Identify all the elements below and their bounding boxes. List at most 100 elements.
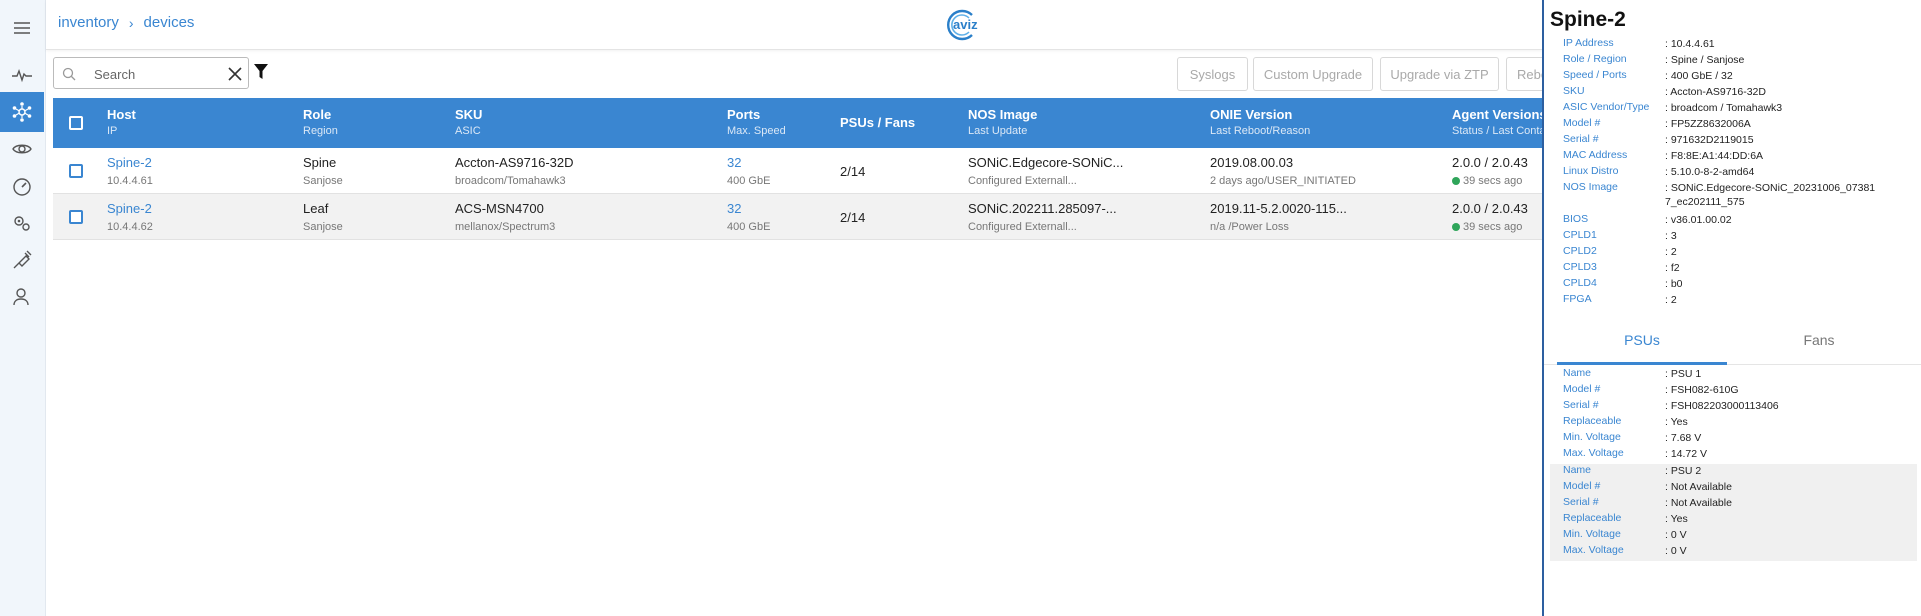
table-row[interactable]: Spine-2 10.4.4.61 Spine Sanjose Accton-AS9…: [53, 148, 1542, 194]
onie-version: 2019.11-5.2.0020-115...: [1210, 201, 1347, 216]
col-role[interactable]: Role Region: [303, 107, 338, 137]
gears-icon: [14, 216, 30, 231]
reboot-button[interactable]: Reboot: [1506, 57, 1542, 91]
nos-image: SONiC.Edgecore-SONiC...: [968, 155, 1124, 170]
psu-card: Name: PSU 1 Model #: FSH082-610G Serial …: [1563, 367, 1779, 460]
breadcrumb-devices[interactable]: devices: [144, 14, 195, 31]
detail-title: Spine-2: [1550, 8, 1626, 31]
logo-text: aviz: [953, 17, 978, 32]
region: Sanjose: [303, 221, 343, 233]
asic: mellanox/Spectrum3: [455, 221, 556, 233]
detail-field: Role / Region: Spine / Sanjose: [1563, 53, 1745, 66]
detail-field: CPLD4: b0: [1563, 277, 1683, 290]
max-speed: 400 GbE: [727, 175, 771, 187]
psu-card: Name: PSU 2 Model #: Not Available Seria…: [1550, 464, 1917, 561]
menu-icon[interactable]: [0, 8, 44, 48]
status-dot: [1452, 177, 1460, 185]
search-input[interactable]: [94, 64, 214, 84]
status-dot: [1452, 223, 1460, 231]
clear-icon[interactable]: [226, 65, 244, 83]
sidebar: [0, 0, 46, 616]
nos-last-update: Configured Externall...: [968, 221, 1077, 233]
sidebar-item-inventory[interactable]: [0, 92, 44, 132]
sidebar-item-visibility[interactable]: [0, 129, 44, 169]
last-reboot: n/a /Power Loss: [1210, 221, 1289, 233]
filter-icon[interactable]: [254, 64, 268, 80]
breadcrumb: inventory › devices: [58, 14, 194, 31]
col-ports[interactable]: Ports Max. Speed: [727, 107, 786, 137]
detail-field: CPLD2: 2: [1563, 245, 1677, 258]
last-contact: 39 secs ago: [1463, 175, 1523, 187]
devices-table: Host IP Role Region SKU ASIC Ports Max. Spee…: [53, 98, 1542, 240]
tab-psus[interactable]: PSUs: [1557, 315, 1727, 365]
nos-last-update: Configured Externall...: [968, 175, 1077, 187]
plug-icon: [13, 250, 32, 269]
agent-version: 2.0.0 / 2.0.43: [1452, 155, 1528, 170]
detail-tabs: PSUs Fans: [1544, 315, 1921, 365]
asic: broadcom/Tomahawk3: [455, 175, 566, 187]
host-link[interactable]: Spine-2: [107, 201, 153, 216]
network-icon: [12, 102, 32, 122]
sku: Accton-AS9716-32D: [455, 155, 574, 170]
host-ip: 10.4.4.62: [107, 221, 153, 233]
sidebar-item-settings[interactable]: [0, 203, 44, 243]
gauge-icon: [13, 178, 31, 196]
ports-link[interactable]: 32: [727, 155, 770, 170]
detail-field: CPLD3: f2: [1563, 261, 1680, 274]
table-header: Host IP Role Region SKU ASIC Ports Max. Spee…: [53, 98, 1542, 148]
detail-field: Serial #: 971632D2119015: [1563, 133, 1754, 146]
detail-field: IP Address: 10.4.4.61: [1563, 37, 1715, 50]
psus-fans: 2/14: [840, 164, 866, 179]
detail-field: NOS Image: SONiC.Edgecore-SONiC_20231006…: [1563, 181, 1876, 208]
custom-upgrade-button[interactable]: Custom Upgrade: [1253, 57, 1373, 91]
sku: ACS-MSN4700: [455, 201, 544, 216]
last-contact: 39 secs ago: [1463, 221, 1523, 233]
agent-version: 2.0.0 / 2.0.43: [1452, 201, 1528, 216]
host-link[interactable]: Spine-2: [107, 155, 153, 170]
syslogs-button[interactable]: Syslogs: [1177, 57, 1248, 91]
detail-field: CPLD1: 3: [1563, 229, 1677, 242]
host-ip: 10.4.4.61: [107, 175, 153, 187]
col-agent-versions[interactable]: Agent VersionsStatus / Last Contact: [1452, 107, 1542, 137]
breadcrumb-inventory[interactable]: inventory: [58, 14, 119, 31]
detail-field: Linux Distro: 5.10.0-8-2-amd64: [1563, 165, 1755, 178]
row-checkbox[interactable]: [69, 164, 83, 178]
select-all-checkbox[interactable]: [69, 116, 83, 130]
table-row[interactable]: Spine-2 10.4.4.62 Leaf Sanjose ACS-MSN4700…: [53, 194, 1542, 240]
psus-fans: 2/14: [840, 210, 866, 225]
search-box: [53, 57, 249, 89]
col-onie-version[interactable]: ONIE Version Last Reboot/Reason: [1210, 107, 1310, 137]
role: Spine: [303, 155, 337, 170]
col-host[interactable]: Host IP: [107, 107, 136, 137]
detail-field: MAC Address: F8:8E:A1:44:DD:6A: [1563, 149, 1764, 162]
onie-version: 2019.08.00.03: [1210, 155, 1294, 170]
active-tab-indicator: [1557, 362, 1727, 365]
sidebar-item-users[interactable]: [0, 277, 44, 317]
nos-image: SONiC.202211.285097-...: [968, 201, 1117, 216]
col-nos-image[interactable]: NOS Image Last Update: [968, 107, 1037, 137]
search-icon: [62, 67, 76, 81]
col-sku[interactable]: SKU ASIC: [455, 107, 482, 137]
region: Sanjose: [303, 175, 343, 187]
upgrade-via-ztp-button[interactable]: Upgrade via ZTP: [1380, 57, 1499, 91]
detail-field: Model #: FP5ZZ8632006A: [1563, 117, 1751, 130]
aviz-logo: aviz: [942, 8, 980, 42]
sidebar-item-connections[interactable]: [0, 240, 44, 280]
col-psus-fans[interactable]: PSUs / Fans: [840, 115, 915, 130]
header: inventory › devices aviz: [46, 0, 1542, 50]
detail-field: BIOS: v36.01.00.02: [1563, 213, 1732, 226]
pulse-icon: [12, 68, 32, 83]
ports-link[interactable]: 32: [727, 201, 770, 216]
max-speed: 400 GbE: [727, 221, 771, 233]
user-icon: [13, 288, 29, 306]
eye-icon: [12, 144, 32, 154]
sidebar-item-dashboard[interactable]: [0, 166, 44, 206]
row-checkbox[interactable]: [69, 210, 83, 224]
detail-field: SKU: Accton-AS9716-32D: [1563, 85, 1766, 98]
sidebar-item-monitoring[interactable]: [0, 55, 44, 95]
tab-fans[interactable]: Fans: [1734, 315, 1904, 365]
device-detail-panel: Spine-2 IP Address: 10.4.4.61 Role / Reg…: [1542, 0, 1921, 616]
last-reboot: 2 days ago/USER_INITIATED: [1210, 175, 1356, 187]
detail-field: FPGA: 2: [1563, 293, 1677, 306]
chevron-right-icon: ›: [128, 14, 134, 31]
